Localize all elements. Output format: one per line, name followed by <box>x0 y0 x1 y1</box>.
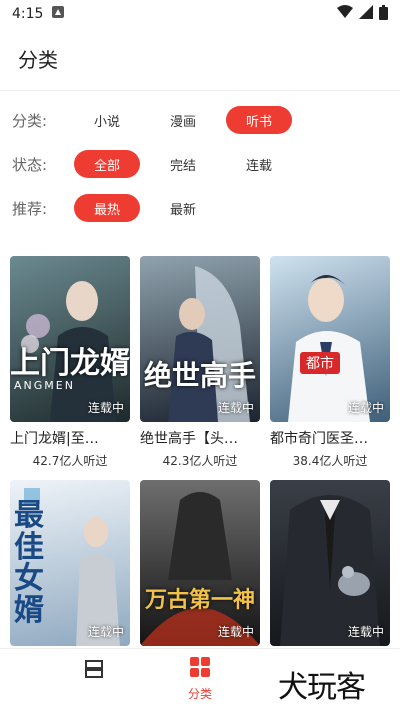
book-card[interactable]: 上门龙婿 ANGMEN 连载中 上门龙婿|至… 42.7亿人听过 <box>10 256 130 469</box>
chip-completed[interactable]: 完结 <box>150 150 216 178</box>
filter-label-recommend: 推荐: <box>12 199 48 218</box>
cover-figure-icon <box>140 492 260 646</box>
book-title[interactable]: 上门龙婿|至… <box>10 428 130 448</box>
status-badge: 连载中 <box>217 625 254 639</box>
status-badge: 连载中 <box>87 625 124 639</box>
book-card[interactable]: 万古第一神 连载中 <box>140 480 260 646</box>
watermark: 犬玩客 <box>278 670 366 705</box>
book-title[interactable]: 绝世高手【头… <box>140 428 260 448</box>
cover-subtitle: ANGMEN <box>14 379 75 392</box>
chip-comic[interactable]: 漫画 <box>150 106 216 134</box>
status-badge: 连载中 <box>347 625 384 639</box>
cover-title: 万古第一神 <box>144 587 255 613</box>
page-title: 分类 <box>18 47 58 72</box>
book-cover[interactable]: 连载中 <box>270 480 390 646</box>
bookshelf-icon <box>80 660 108 687</box>
battery-icon <box>379 4 388 24</box>
chip-all[interactable]: 全部 <box>74 150 140 178</box>
book-cover[interactable]: 绝世高手 连载中 <box>140 256 260 422</box>
book-cover[interactable]: 上门龙婿 ANGMEN 连载中 <box>10 256 130 422</box>
chip-audiobook[interactable]: 听书 <box>226 106 292 134</box>
status-badge: 连载中 <box>347 401 384 415</box>
filter-row-category: 分类: 小说 漫画 听书 <box>0 102 400 138</box>
category-grid-icon <box>188 657 212 683</box>
book-listeners: 42.3亿人听过 <box>162 454 238 468</box>
cover-figure-icon <box>288 275 370 422</box>
status-time: 4:15 <box>12 6 44 22</box>
book-card[interactable]: 绝世高手 连载中 绝世高手【头… 42.3亿人听过 <box>140 256 260 469</box>
book-title[interactable]: 都市奇门医圣… <box>270 428 390 448</box>
cover-title: 最佳女婿 <box>14 498 44 628</box>
book-cover[interactable]: 最佳女婿 连载中 <box>10 480 130 646</box>
book-card[interactable]: 连载中 <box>270 480 390 646</box>
status-badge: 连载中 <box>87 401 124 415</box>
header-divider <box>0 90 400 91</box>
app-bar: 分类 <box>0 28 400 88</box>
cover-title: 上门龙婿 <box>10 346 130 381</box>
cover-title: 绝世高手 <box>143 359 256 392</box>
filter-row-state: 状态: 全部 完结 连载 <box>0 146 400 182</box>
book-cover[interactable]: 万古第一神 连载中 <box>140 480 260 646</box>
chip-novel[interactable]: 小说 <box>74 106 140 134</box>
cover-figure-icon <box>168 266 250 422</box>
book-card[interactable]: 最佳女婿 连载中 <box>10 480 130 646</box>
book-cover[interactable]: 都市 连载中 <box>270 256 390 422</box>
book-listeners: 38.4亿人听过 <box>292 454 368 468</box>
filter-label-state: 状态: <box>12 155 48 174</box>
cover-figure-icon <box>280 495 380 646</box>
cover-genre-badge: 都市 <box>300 352 340 374</box>
filter-label-category: 分类: <box>12 111 48 130</box>
nav-category[interactable]: 分类 <box>182 655 218 702</box>
chip-ongoing[interactable]: 连载 <box>226 150 292 178</box>
signal-icon <box>359 5 373 23</box>
nav-category-label: 分类 <box>187 687 212 701</box>
status-badge: 连载中 <box>217 401 254 415</box>
chip-hottest[interactable]: 最热 <box>74 194 140 222</box>
book-listeners: 42.7亿人听过 <box>32 454 108 468</box>
chip-newest[interactable]: 最新 <box>150 194 216 222</box>
nav-bookshelf[interactable] <box>78 655 110 687</box>
notification-icon <box>51 5 65 23</box>
filter-row-recommend: 推荐: 最热 最新 <box>0 190 400 226</box>
book-card[interactable]: 都市 连载中 都市奇门医圣… 38.4亿人听过 <box>270 256 390 469</box>
status-bar: 4:15 <box>0 0 400 28</box>
wifi-icon <box>337 5 353 23</box>
